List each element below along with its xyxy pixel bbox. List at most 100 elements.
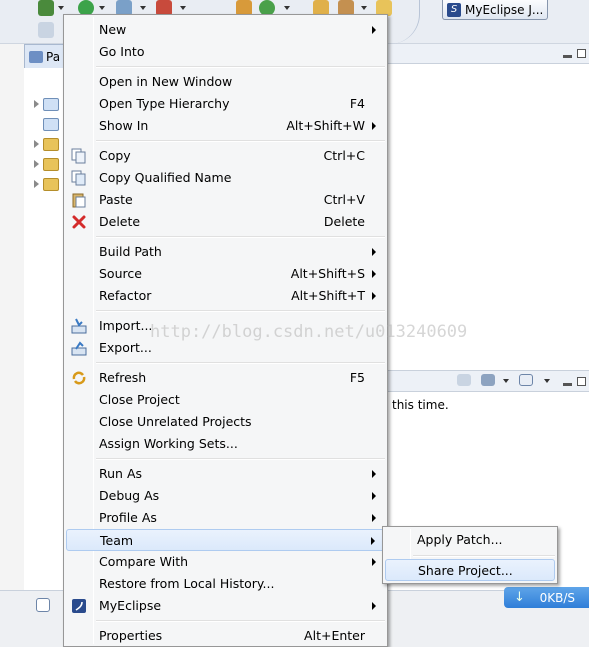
menu-item-shortcut: Ctrl+V (323, 192, 365, 207)
menu-item-team[interactable]: Team (66, 529, 385, 551)
menu-item-delete[interactable]: Delete Delete (66, 211, 385, 233)
submenu-arrow-icon (372, 470, 376, 478)
menu-separator (96, 362, 385, 364)
menu-item-compare-with[interactable]: Compare With (66, 551, 385, 573)
submenu-arrow-icon (372, 602, 376, 610)
expand-icon[interactable] (34, 140, 39, 148)
tree-row[interactable] (34, 176, 59, 192)
menu-item-label: New (99, 22, 127, 37)
menu-item-open-type-hierarchy[interactable]: Open Type Hierarchy F4 (66, 93, 385, 115)
menu-item-profile-as[interactable]: Profile As (66, 507, 385, 529)
display-console-icon[interactable] (481, 374, 495, 386)
myeclipse-logo-icon: S (447, 2, 461, 17)
menu-item-close-project[interactable]: Close Project (66, 389, 385, 411)
menu-item-shortcut: Alt+Shift+S (290, 266, 365, 281)
submenu-arrow-icon (372, 292, 376, 300)
menu-item-myeclipse[interactable]: MyEclipse (66, 595, 385, 617)
open-console-dropdown-icon[interactable] (544, 379, 550, 383)
menu-item-refresh[interactable]: Refresh F5 (66, 367, 385, 389)
tree-row[interactable] (34, 156, 59, 172)
menu-separator (96, 236, 385, 238)
refresh-icon (72, 371, 86, 385)
debug-dropdown-icon[interactable] (58, 6, 64, 10)
menu-item-label: Open Type Hierarchy (99, 96, 230, 111)
menu-item-label: Build Path (99, 244, 162, 259)
maximize-icon[interactable] (577, 377, 586, 386)
menu-item-label: Close Unrelated Projects (99, 414, 252, 429)
maximize-icon[interactable] (577, 49, 586, 58)
folder-icon (43, 177, 59, 191)
menu-item-export[interactable]: Export... (66, 337, 385, 359)
menu-item-label: Close Project (99, 392, 180, 407)
menu-item-properties[interactable]: Properties Alt+Enter (66, 625, 385, 647)
paste-icon (72, 193, 86, 208)
context-menu: New Go Into Open in New Window Open Type… (63, 14, 388, 647)
menu-separator (96, 310, 385, 312)
menu-item-label: Debug As (99, 488, 160, 503)
menu-item-show-in[interactable]: Show In Alt+Shift+W (66, 115, 385, 137)
menu-item-build-path[interactable]: Build Path (66, 241, 385, 263)
minimize-icon[interactable] (563, 383, 572, 386)
submenu-arrow-icon (371, 537, 375, 545)
perspective-label: MyEclipse J... (465, 2, 544, 17)
menu-item-paste[interactable]: Paste Ctrl+V (66, 189, 385, 211)
menu-item-source[interactable]: Source Alt+Shift+S (66, 263, 385, 285)
menu-item-label: Import... (99, 318, 153, 333)
tree-row[interactable] (34, 116, 59, 132)
menu-item-refactor[interactable]: Refactor Alt+Shift+T (66, 285, 385, 307)
run-dropdown-icon[interactable] (99, 6, 105, 10)
menu-item-label: Show In (99, 118, 149, 133)
edit-icon[interactable] (38, 22, 54, 38)
submenu-arrow-icon (372, 122, 376, 130)
download-arrow-icon: ↓ (514, 590, 525, 605)
open-console-icon[interactable] (519, 374, 533, 386)
copy-icon (71, 148, 86, 164)
menu-separator (96, 458, 385, 460)
package-explorer-tab-label: Pa (46, 49, 61, 64)
tree-row[interactable] (34, 96, 59, 112)
menu-item-label: Assign Working Sets... (99, 436, 238, 451)
pin-console-icon[interactable] (457, 374, 471, 386)
menu-item-label: Refresh (99, 370, 147, 385)
menu-item-copy[interactable]: Copy Ctrl+C (66, 145, 385, 167)
menu-item-label: Open in New Window (99, 74, 233, 89)
menu-item-debug-as[interactable]: Debug As (66, 485, 385, 507)
menu-item-run-as[interactable]: Run As (66, 463, 385, 485)
menu-item-import[interactable]: Import... (66, 315, 385, 337)
menu-item-label: Copy Qualified Name (99, 170, 232, 185)
submenu-item-apply-patch[interactable]: Apply Patch... (385, 529, 555, 551)
external-tools-dropdown-icon[interactable] (140, 6, 146, 10)
perspective-button[interactable]: S MyEclipse J... (442, 0, 548, 20)
import-icon (71, 318, 87, 334)
menu-item-go-into[interactable]: Go Into (66, 41, 385, 63)
new-class-dropdown-icon[interactable] (284, 6, 290, 10)
menu-item-restore-from-local-history[interactable]: Restore from Local History... (66, 573, 385, 595)
fast-view-icon[interactable] (36, 598, 50, 612)
expand-icon[interactable] (34, 160, 39, 168)
submenu-item-label: Share Project... (418, 563, 513, 578)
submenu-separator (413, 555, 555, 557)
debug-icon[interactable] (38, 0, 54, 16)
menu-item-assign-working-sets[interactable]: Assign Working Sets... (66, 433, 385, 455)
menu-item-label: Team (100, 533, 134, 548)
package-explorer-tab[interactable]: Pa (24, 44, 65, 68)
menu-item-new[interactable]: New (66, 19, 385, 41)
submenu-item-share-project[interactable]: Share Project... (385, 559, 555, 581)
server-dropdown-icon[interactable] (180, 6, 186, 10)
menu-item-close-unrelated-projects[interactable]: Close Unrelated Projects (66, 411, 385, 433)
expand-icon[interactable] (34, 180, 39, 188)
display-console-dropdown-icon[interactable] (503, 379, 509, 383)
menu-item-shortcut: Alt+Shift+W (286, 118, 365, 133)
expand-icon[interactable] (34, 100, 39, 108)
menu-item-label: Refactor (99, 288, 152, 303)
menu-item-shortcut: Delete (323, 214, 365, 229)
minimize-icon[interactable] (563, 55, 572, 58)
package-explorer-icon (29, 50, 43, 63)
search-dropdown-icon[interactable] (361, 6, 367, 10)
menu-item-open-in-new-window[interactable]: Open in New Window (66, 71, 385, 93)
submenu-arrow-icon (372, 248, 376, 256)
folder-icon (43, 157, 59, 171)
menu-item-copy-qualified-name[interactable]: Copy Qualified Name (66, 167, 385, 189)
menu-item-shortcut: F5 (349, 370, 365, 385)
tree-row[interactable] (34, 136, 59, 152)
